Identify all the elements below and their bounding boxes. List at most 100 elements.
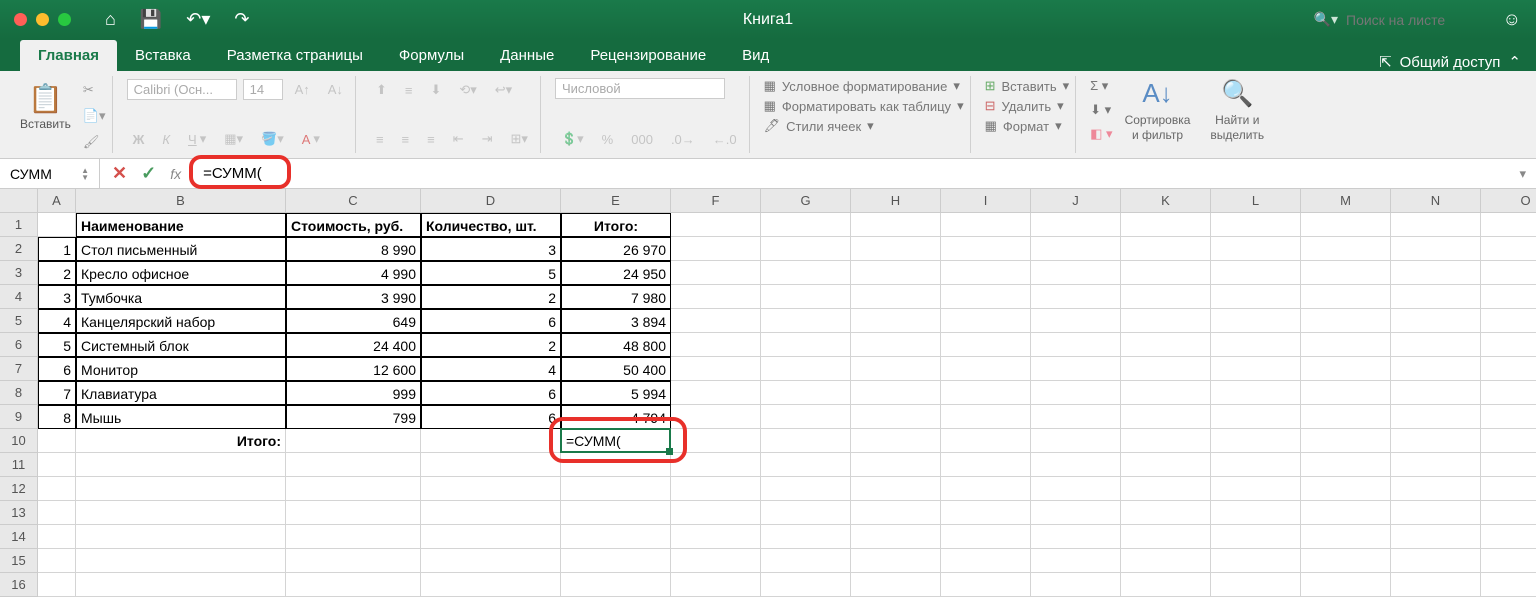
maximize-window-button[interactable] bbox=[58, 13, 71, 26]
decrease-indent-icon[interactable]: ⇤ bbox=[447, 127, 470, 151]
cell-D9[interactable]: 6 bbox=[421, 405, 561, 429]
cell-G13[interactable] bbox=[761, 501, 851, 525]
cell-I8[interactable] bbox=[941, 381, 1031, 405]
find-select-button[interactable]: 🔍 Найти и выделить bbox=[1202, 78, 1272, 142]
cell-I1[interactable] bbox=[941, 213, 1031, 237]
cell-K10[interactable] bbox=[1121, 429, 1211, 453]
cell-A14[interactable] bbox=[38, 525, 76, 549]
font-size-selector[interactable]: 14 bbox=[243, 79, 283, 100]
cell-C15[interactable] bbox=[286, 549, 421, 573]
row-header-8[interactable]: 8 bbox=[0, 381, 38, 405]
cell-D1[interactable]: Количество, шт. bbox=[421, 213, 561, 237]
expand-formula-bar-icon[interactable]: ▾ bbox=[1509, 166, 1536, 182]
cell-N14[interactable] bbox=[1391, 525, 1481, 549]
cell-O1[interactable] bbox=[1481, 213, 1536, 237]
cell-A11[interactable] bbox=[38, 453, 76, 477]
cell-O5[interactable] bbox=[1481, 309, 1536, 333]
cell-H10[interactable] bbox=[851, 429, 941, 453]
save-icon[interactable]: 💾 bbox=[140, 9, 162, 30]
minimize-window-button[interactable] bbox=[36, 13, 49, 26]
cell-F8[interactable] bbox=[671, 381, 761, 405]
cell-B8[interactable]: Клавиатура bbox=[76, 381, 286, 405]
column-header-c[interactable]: C bbox=[286, 189, 421, 213]
cell-E12[interactable] bbox=[561, 477, 671, 501]
cell-B13[interactable] bbox=[76, 501, 286, 525]
column-header-o[interactable]: O bbox=[1481, 189, 1536, 213]
cell-D11[interactable] bbox=[421, 453, 561, 477]
cell-B4[interactable]: Тумбочка bbox=[76, 285, 286, 309]
cell-H14[interactable] bbox=[851, 525, 941, 549]
merge-cells-icon[interactable]: ⊞▾ bbox=[505, 127, 534, 151]
paste-button[interactable]: 📋 Вставить bbox=[16, 78, 75, 135]
cell-F10[interactable] bbox=[671, 429, 761, 453]
cell-A15[interactable] bbox=[38, 549, 76, 573]
cell-J15[interactable] bbox=[1031, 549, 1121, 573]
cell-J6[interactable] bbox=[1031, 333, 1121, 357]
cell-F11[interactable] bbox=[671, 453, 761, 477]
row-header-1[interactable]: 1 bbox=[0, 213, 38, 237]
cell-K6[interactable] bbox=[1121, 333, 1211, 357]
tab-home[interactable]: Главная bbox=[20, 40, 117, 71]
column-header-a[interactable]: A bbox=[38, 189, 76, 213]
cell-F15[interactable] bbox=[671, 549, 761, 573]
cell-D14[interactable] bbox=[421, 525, 561, 549]
cell-H4[interactable] bbox=[851, 285, 941, 309]
cell-A8[interactable]: 7 bbox=[38, 381, 76, 405]
cell-D4[interactable]: 2 bbox=[421, 285, 561, 309]
column-header-m[interactable]: M bbox=[1301, 189, 1391, 213]
cell-A3[interactable]: 2 bbox=[38, 261, 76, 285]
cell-K5[interactable] bbox=[1121, 309, 1211, 333]
cell-C6[interactable]: 24 400 bbox=[286, 333, 421, 357]
cell-C8[interactable]: 999 bbox=[286, 381, 421, 405]
cell-K2[interactable] bbox=[1121, 237, 1211, 261]
cell-E9[interactable]: 4 794 bbox=[561, 405, 671, 429]
collapse-ribbon-icon[interactable]: ⌃ bbox=[1508, 53, 1521, 71]
cell-M2[interactable] bbox=[1301, 237, 1391, 261]
cell-E8[interactable]: 5 994 bbox=[561, 381, 671, 405]
column-header-d[interactable]: D bbox=[421, 189, 561, 213]
cell-C9[interactable]: 799 bbox=[286, 405, 421, 429]
cell-F12[interactable] bbox=[671, 477, 761, 501]
cell-H2[interactable] bbox=[851, 237, 941, 261]
cell-G12[interactable] bbox=[761, 477, 851, 501]
cell-C7[interactable]: 12 600 bbox=[286, 357, 421, 381]
column-header-l[interactable]: L bbox=[1211, 189, 1301, 213]
cell-N9[interactable] bbox=[1391, 405, 1481, 429]
tab-formulas[interactable]: Формулы bbox=[381, 40, 482, 71]
cell-G9[interactable] bbox=[761, 405, 851, 429]
row-header-13[interactable]: 13 bbox=[0, 501, 38, 525]
cell-I4[interactable] bbox=[941, 285, 1031, 309]
cell-K7[interactable] bbox=[1121, 357, 1211, 381]
percent-icon[interactable]: % bbox=[596, 128, 620, 151]
cell-B3[interactable]: Кресло офисное bbox=[76, 261, 286, 285]
fx-icon[interactable]: fx bbox=[170, 166, 181, 182]
cell-L2[interactable] bbox=[1211, 237, 1301, 261]
insert-cells-button[interactable]: ⊞Вставить ▾ bbox=[985, 78, 1070, 94]
cell-F13[interactable] bbox=[671, 501, 761, 525]
align-top-icon[interactable]: ⬆ bbox=[370, 78, 393, 102]
column-header-e[interactable]: E bbox=[561, 189, 671, 213]
cell-D16[interactable] bbox=[421, 573, 561, 597]
cell-B9[interactable]: Мышь bbox=[76, 405, 286, 429]
cell-I16[interactable] bbox=[941, 573, 1031, 597]
cell-O7[interactable] bbox=[1481, 357, 1536, 381]
cell-N16[interactable] bbox=[1391, 573, 1481, 597]
row-header-5[interactable]: 5 bbox=[0, 309, 38, 333]
cell-G10[interactable] bbox=[761, 429, 851, 453]
cell-H5[interactable] bbox=[851, 309, 941, 333]
cut-icon[interactable]: ✂ bbox=[83, 82, 106, 98]
conditional-formatting-button[interactable]: ▦Условное форматирование ▾ bbox=[764, 78, 964, 94]
tab-review[interactable]: Рецензирование bbox=[572, 40, 724, 71]
cell-L13[interactable] bbox=[1211, 501, 1301, 525]
cell-E1[interactable]: Итого: bbox=[561, 213, 671, 237]
cell-H16[interactable] bbox=[851, 573, 941, 597]
cell-N3[interactable] bbox=[1391, 261, 1481, 285]
cell-C10[interactable] bbox=[286, 429, 421, 453]
cell-J5[interactable] bbox=[1031, 309, 1121, 333]
cell-B11[interactable] bbox=[76, 453, 286, 477]
copy-icon[interactable]: 📄▾ bbox=[83, 108, 106, 124]
cell-G3[interactable] bbox=[761, 261, 851, 285]
cell-B1[interactable]: Наименование bbox=[76, 213, 286, 237]
cell-L15[interactable] bbox=[1211, 549, 1301, 573]
cell-L14[interactable] bbox=[1211, 525, 1301, 549]
